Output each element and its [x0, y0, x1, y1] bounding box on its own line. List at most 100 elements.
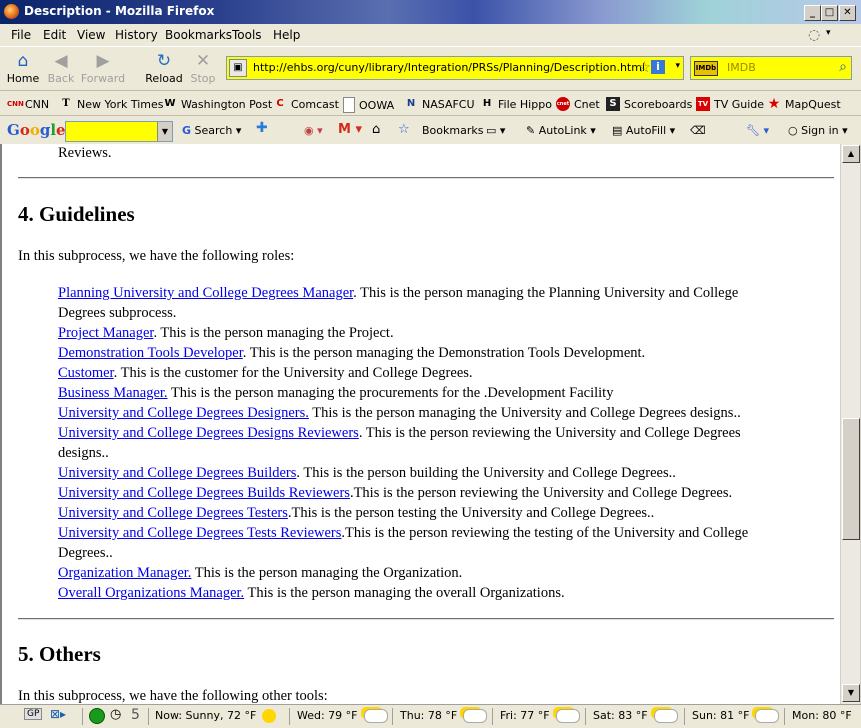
role-link[interactable]: Planning University and College Degrees …	[58, 285, 353, 301]
bookmark-comcast[interactable]: C Comcast	[273, 97, 339, 111]
role-link[interactable]: Organization Manager.	[58, 565, 191, 581]
status-green-icon[interactable]	[89, 708, 105, 724]
bookmark-cnn[interactable]: CNN CNN	[7, 97, 49, 111]
bookmark-tv-guide[interactable]: TV TV Guide	[696, 97, 764, 111]
section-4-intro: In this subprocess, we have the followin…	[18, 248, 295, 264]
bookmark-scoreboards[interactable]: S Scoreboards	[606, 97, 692, 111]
google-search-input[interactable]: ▼	[65, 121, 173, 142]
weather-item[interactable]: Mon: 80 °F	[792, 709, 852, 722]
close-button[interactable]: ✕	[839, 5, 856, 21]
stop-button[interactable]: ✕ Stop	[188, 51, 218, 85]
status-bar: GP ⊠▸ ◷ 5 Now: Sunny, 72 °F Wed: 79 °F Thu…	[0, 704, 861, 728]
weather-item[interactable]: Sat: 83 °F	[593, 709, 678, 723]
menu-history[interactable]: History	[115, 28, 158, 42]
role-link[interactable]: University and College Degrees Designs R…	[58, 425, 359, 441]
forward-button[interactable]: ▶ Forward	[80, 51, 126, 85]
wrench-icon[interactable]: 🔧︎ ▾	[746, 124, 769, 137]
bookmark-nasafcu[interactable]: N NASAFCU	[404, 97, 475, 111]
role-link[interactable]: Business Manager.	[58, 385, 168, 401]
role-link[interactable]: University and College Degrees Tests Rev…	[58, 525, 341, 541]
weather-item[interactable]: Sun: 81 °F	[692, 709, 780, 723]
info-icon[interactable]: i	[651, 60, 665, 74]
role-description: This is the person managing the procurem…	[167, 385, 614, 401]
separator	[492, 708, 493, 725]
search-icon[interactable]: ⌕	[839, 59, 847, 75]
site-identity-icon[interactable]: ▣	[229, 59, 247, 77]
search-input[interactable]: IMDB	[727, 61, 756, 74]
google-logo[interactable]: Google	[7, 121, 66, 139]
top-fragment-text: Reviews.	[58, 145, 112, 161]
vertical-scrollbar[interactable]: ▲ ▼	[840, 144, 860, 704]
bookmark-new-york-times[interactable]: T New York Times	[59, 97, 163, 111]
scoreboards-icon: S	[606, 97, 620, 111]
roles-list: Planning University and College Degrees …	[58, 283, 778, 603]
menu-bar: File Edit View History Bookmarks Tools H…	[0, 24, 861, 46]
menu-bookmarks[interactable]: Bookmarks	[165, 28, 232, 42]
role-link[interactable]: University and College Degrees Builders	[58, 465, 296, 481]
role-link[interactable]: Project Manager	[58, 325, 153, 341]
minimize-button[interactable]: _	[804, 5, 821, 21]
search-box[interactable]: IMDb IMDB ⌕	[690, 56, 852, 80]
menu-help[interactable]: Help	[273, 28, 300, 42]
chevron-down-icon[interactable]: ▾	[826, 28, 831, 38]
maximize-button[interactable]: □	[821, 5, 838, 21]
title-bar: Description - Mozilla Firefox _ □ ✕	[0, 0, 861, 24]
reload-button[interactable]: ↻ Reload	[144, 51, 184, 85]
role-link[interactable]: Customer	[58, 365, 114, 381]
clock-icon[interactable]: ◷	[110, 707, 121, 722]
back-button[interactable]: ◀ Back	[44, 51, 78, 85]
role-link[interactable]: University and College Degrees Builds Re…	[58, 485, 350, 501]
gp-indicator[interactable]: GP	[24, 708, 43, 720]
extension-icon[interactable]: ⊠▸	[50, 707, 66, 721]
section-5-heading: 5. Others	[18, 642, 101, 666]
highlight-icon[interactable]: ▭ ▾	[486, 124, 505, 137]
bookmark-cnet[interactable]: cnet Cnet	[556, 97, 600, 111]
home-label: Home	[6, 72, 40, 85]
menu-file[interactable]: File	[11, 28, 31, 42]
role-description-continued: designs..	[58, 445, 109, 461]
url-dropdown-icon[interactable]: ▾	[675, 61, 680, 71]
back-label: Back	[47, 72, 75, 85]
weather-item[interactable]: Wed: 79 °F	[297, 709, 388, 723]
popup-blocker-icon[interactable]: ◉ ▾	[304, 124, 323, 137]
weather-item[interactable]: Now: Sunny, 72 °F	[155, 709, 277, 723]
scroll-up-button[interactable]: ▲	[842, 145, 860, 163]
role-link[interactable]: University and College Degrees Testers	[58, 505, 288, 521]
gmail-icon[interactable]: M ▾	[338, 122, 362, 137]
pagerank-icon[interactable]: ✚	[256, 120, 268, 136]
bank-icon[interactable]: ⌂	[372, 122, 380, 137]
role-link[interactable]: Overall Organizations Manager.	[58, 585, 244, 601]
autofill-button[interactable]: ▤ AutoFill ▾	[612, 124, 675, 137]
menu-tools[interactable]: Tools	[232, 28, 262, 42]
sign-in-button[interactable]: ○ Sign in ▾	[788, 124, 848, 137]
eraser-icon[interactable]: ⌫	[690, 124, 706, 137]
partly-cloudy-icon	[555, 709, 580, 723]
reload-icon: ↻	[156, 51, 172, 71]
role-item: University and College Degrees Tests Rev…	[58, 523, 778, 543]
bookmark-file-hippo[interactable]: H File Hippo	[480, 97, 552, 111]
menu-view[interactable]: View	[77, 28, 105, 42]
weather-item[interactable]: Fri: 77 °F	[500, 709, 580, 723]
search-engine-icon[interactable]: IMDb	[694, 61, 718, 76]
address-bar[interactable]: ▣ http://ehbs.org/cuny/library/Integrati…	[226, 56, 684, 80]
bookmark-mapquest[interactable]: ★ MapQuest	[767, 97, 841, 111]
star-icon[interactable]: ☆	[398, 122, 410, 137]
autolink-button[interactable]: ✎ AutoLink ▾	[526, 124, 596, 137]
bookmark-oowa[interactable]: OOWA	[343, 97, 394, 113]
home-button[interactable]: ⌂ Home	[6, 51, 40, 85]
comcast-icon: C	[276, 98, 284, 109]
role-item: Organization Manager. This is the person…	[58, 563, 778, 583]
bookmark-star-icon[interactable]: ☆	[638, 58, 651, 76]
bookmark-washington-post[interactable]: W Washington Post	[163, 97, 272, 111]
role-link[interactable]: Demonstration Tools Developer	[58, 345, 243, 361]
menu-edit[interactable]: Edit	[43, 28, 66, 42]
back-arrow-icon: ◀	[54, 51, 68, 71]
google-bookmarks-button[interactable]: Bookmarks	[422, 124, 483, 137]
scroll-down-button[interactable]: ▼	[842, 684, 860, 702]
role-link[interactable]: University and College Degrees Designers…	[58, 405, 309, 421]
chevron-down-icon[interactable]: ▼	[157, 122, 172, 141]
weather-item[interactable]: Thu: 78 °F	[400, 709, 488, 723]
scrollbar-thumb[interactable]	[842, 418, 860, 540]
google-search-button[interactable]: G Search ▾	[182, 124, 241, 137]
forward-label: Forward	[80, 72, 126, 85]
